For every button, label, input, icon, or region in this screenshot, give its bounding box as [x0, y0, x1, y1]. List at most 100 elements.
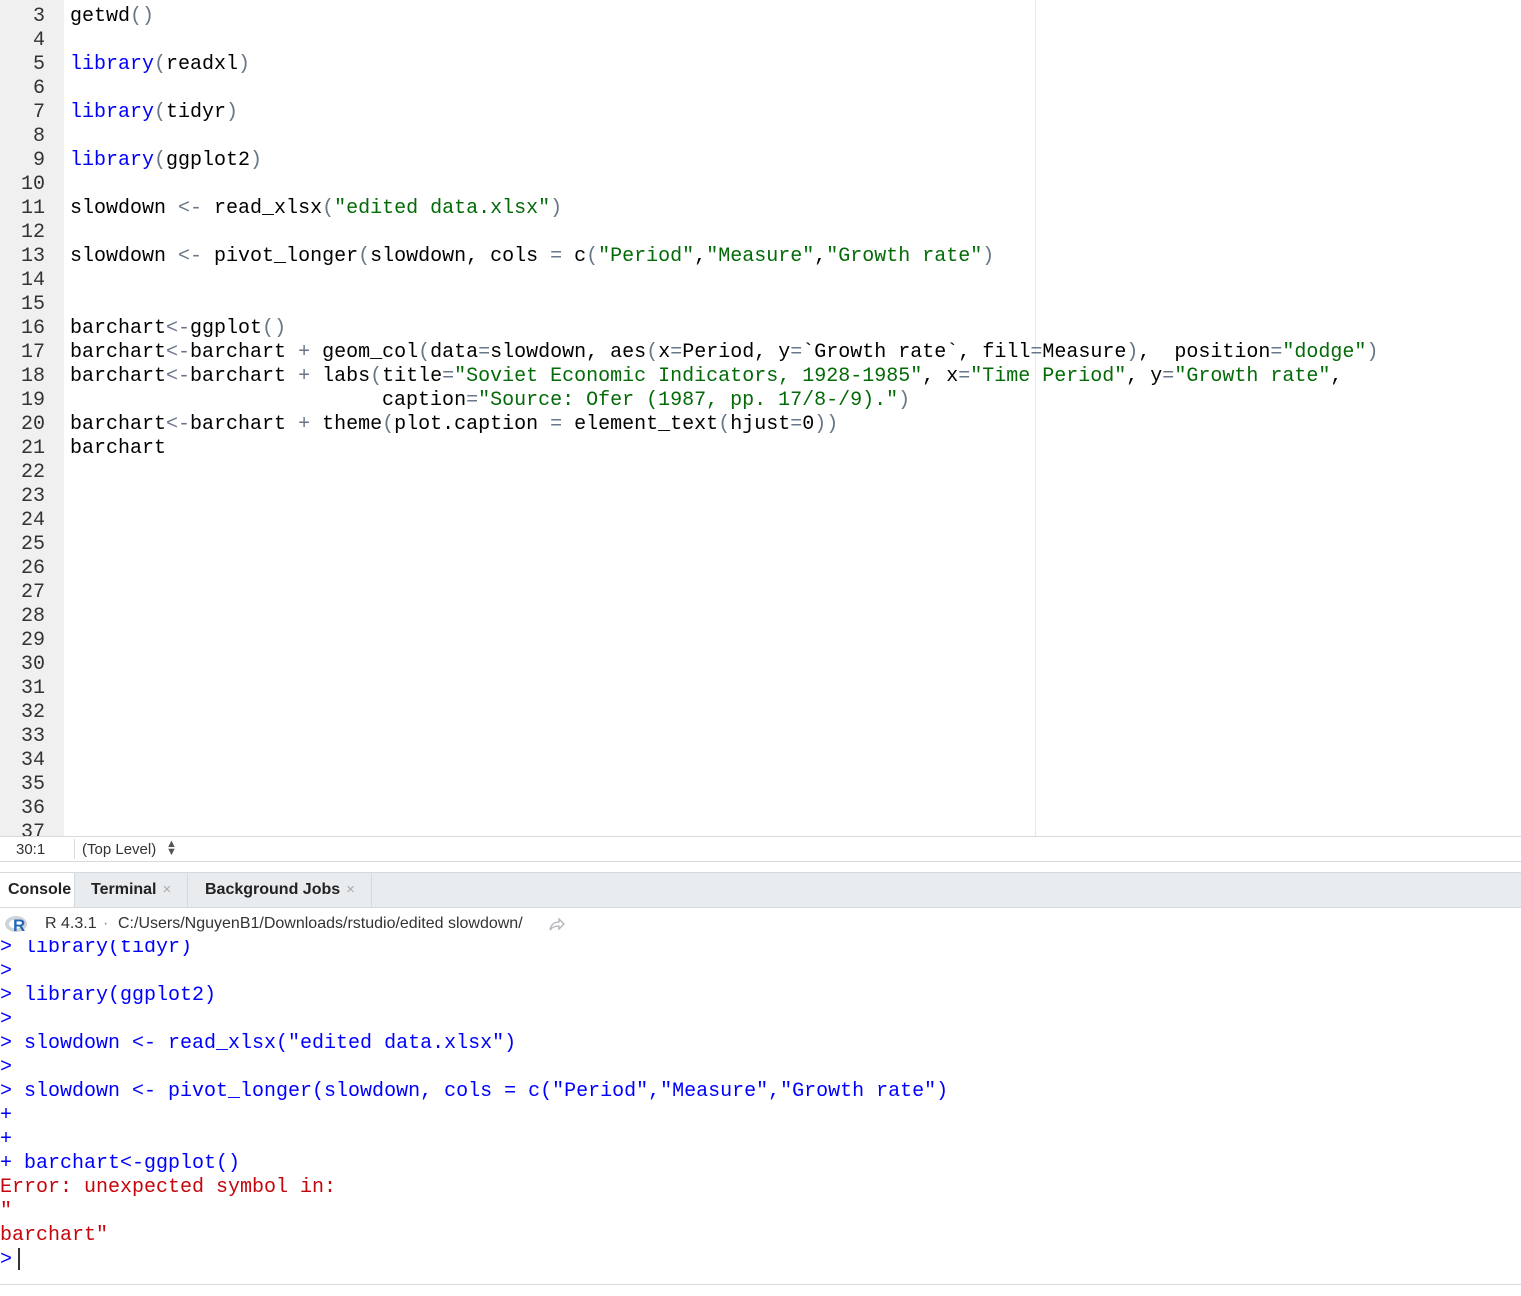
line-number: 30 — [20, 653, 45, 676]
code-text[interactable]: barchart<-ggplot() — [70, 317, 286, 341]
editor-line[interactable]: 23 — [0, 485, 1521, 509]
console-input-line: > library(tidyr) — [0, 940, 193, 959]
console-error-line: Error: unexpected symbol in: — [0, 1176, 337, 1199]
editor-line[interactable]: 34 — [0, 749, 1521, 773]
editor-line[interactable]: 17 barchart<-barchart + geom_col(data=slo… — [0, 341, 1521, 365]
console-prompt[interactable]: > — [0, 1248, 1521, 1272]
editor-line[interactable]: 18 barchart<-barchart + labs(title="Sovie… — [0, 365, 1521, 389]
editor-line[interactable]: 12 — [0, 221, 1521, 245]
editor-line[interactable]: 20 barchart<-barchart + theme(plot.captio… — [0, 413, 1521, 437]
editor-line[interactable]: 11 slowdown <- read_xlsx("edited data.xls… — [0, 197, 1521, 221]
console-input-line: > slowdown <- pivot_longer(slowdown, col… — [0, 1080, 949, 1103]
line-number: 17 — [20, 341, 45, 364]
editor-line[interactable]: 9 library(ggplot2) — [0, 149, 1521, 173]
editor-line[interactable]: 28 — [0, 605, 1521, 629]
pane-splitter[interactable] — [0, 862, 1521, 872]
line-number: 13 — [20, 245, 45, 268]
code-text[interactable]: barchart — [70, 437, 166, 461]
line-number: 29 — [20, 629, 45, 652]
line-number: 25 — [20, 533, 45, 556]
console-error-line: " — [0, 1200, 13, 1223]
editor-line[interactable]: 25 — [0, 533, 1521, 557]
line-number: 6 — [32, 77, 45, 100]
editor-line[interactable]: 32 — [0, 701, 1521, 725]
code-text[interactable]: library(readxl) — [70, 53, 250, 77]
line-number: 32 — [20, 701, 45, 724]
r-logo-icon: R — [5, 916, 27, 934]
editor-line[interactable]: 16 barchart<-ggplot() — [0, 317, 1521, 341]
close-icon[interactable]: × — [346, 881, 355, 898]
editor-line[interactable]: 5 library(readxl) — [0, 53, 1521, 77]
editor-line[interactable]: 3 getwd() — [0, 5, 1521, 29]
line-number: 9 — [32, 149, 45, 172]
editor-line[interactable]: 4 — [0, 29, 1521, 53]
line-number: 37 — [20, 821, 45, 836]
r-version: R 4.3.1 — [45, 915, 97, 932]
status-divider — [74, 839, 75, 859]
line-number: 8 — [32, 125, 45, 148]
code-text[interactable]: caption="Source: Ofer (1987, pp. 17/8-/9… — [70, 389, 910, 413]
editor-line[interactable]: 14 — [0, 269, 1521, 293]
editor-line[interactable]: 29 — [0, 629, 1521, 653]
line-number: 5 — [32, 53, 45, 76]
scope-updown-icon[interactable]: ▲ ▼ — [166, 839, 177, 858]
code-text[interactable]: slowdown <- read_xlsx("edited data.xlsx"… — [70, 197, 562, 221]
line-number: 33 — [20, 725, 45, 748]
editor-line[interactable]: 35 — [0, 773, 1521, 797]
console-input-line: > — [0, 1008, 13, 1031]
code-text[interactable]: library(tidyr) — [70, 101, 238, 125]
line-number: 12 — [20, 221, 45, 244]
editor-line[interactable]: 7 library(tidyr) — [0, 101, 1521, 125]
editor-line[interactable]: 13 slowdown <- pivot_longer(slowdown, col… — [0, 245, 1521, 269]
tab-background-jobs[interactable]: Background Jobs × — [188, 873, 372, 907]
editor-line[interactable]: 6 — [0, 77, 1521, 101]
tab-label: Background Jobs — [205, 881, 341, 898]
line-number: 20 — [20, 413, 45, 436]
editor-line[interactable]: 15 — [0, 293, 1521, 317]
editor-line[interactable]: 19 caption="Source: Ofer (1987, pp. 17/8… — [0, 389, 1521, 413]
tab-label: Terminal — [91, 881, 157, 898]
code-text[interactable]: barchart<-barchart + labs(title="Soviet … — [70, 365, 1342, 389]
editor-line[interactable]: 22 — [0, 461, 1521, 485]
working-directory-path: C:/Users/NguyenB1/Downloads/rstudio/edit… — [118, 915, 523, 932]
line-number: 27 — [20, 581, 45, 604]
line-number: 4 — [32, 29, 45, 52]
line-number: 3 — [32, 5, 45, 28]
console-output[interactable]: > library(tidyr) > > library(ggplot2) > > sl… — [0, 940, 1521, 1284]
editor-line[interactable]: 24 — [0, 509, 1521, 533]
line-number: 28 — [20, 605, 45, 628]
editor-line[interactable]: 27 — [0, 581, 1521, 605]
editor-line[interactable]: 26 — [0, 557, 1521, 581]
line-number: 22 — [20, 461, 45, 484]
editor-line[interactable]: 33 — [0, 725, 1521, 749]
editor-line[interactable]: 8 — [0, 125, 1521, 149]
console-input-line: > — [0, 960, 13, 983]
code-text[interactable]: barchart<-barchart + geom_col(data=slowd… — [70, 341, 1378, 365]
source-editor[interactable]: 3 getwd() 4 5 library(readxl) 6 7 library(tidyr… — [0, 0, 1521, 836]
line-number: 19 — [20, 389, 45, 412]
code-text[interactable]: getwd() — [70, 5, 154, 29]
editor-line[interactable]: 31 — [0, 677, 1521, 701]
line-number: 15 — [20, 293, 45, 316]
console-input-line: + barchart<-ggplot() — [0, 1152, 241, 1175]
line-number: 11 — [20, 197, 45, 220]
scope-selector[interactable]: (Top Level) — [82, 841, 156, 858]
console-header: R R 4.3.1 · C:/Users/NguyenB1/Downloads/… — [0, 908, 1521, 941]
pane-bottom-border — [0, 1284, 1521, 1285]
editor-line[interactable]: 21 barchart — [0, 437, 1521, 461]
line-number: 7 — [32, 101, 45, 124]
console-input-line: > — [0, 1056, 13, 1079]
close-icon[interactable]: × — [163, 881, 172, 898]
tab-console[interactable]: Console — [0, 873, 75, 907]
line-number: 10 — [20, 173, 45, 196]
editor-line[interactable]: 36 — [0, 797, 1521, 821]
code-text[interactable]: library(ggplot2) — [70, 149, 262, 173]
code-text[interactable]: barchart<-barchart + theme(plot.caption … — [70, 413, 838, 437]
code-text[interactable]: slowdown <- pivot_longer(slowdown, cols … — [70, 245, 994, 269]
editor-line[interactable]: 37 — [0, 821, 1521, 836]
line-number: 31 — [20, 677, 45, 700]
editor-line[interactable]: 10 — [0, 173, 1521, 197]
arrow-goto-icon[interactable] — [548, 916, 566, 932]
editor-line[interactable]: 30 — [0, 653, 1521, 677]
tab-terminal[interactable]: Terminal × — [75, 873, 188, 907]
